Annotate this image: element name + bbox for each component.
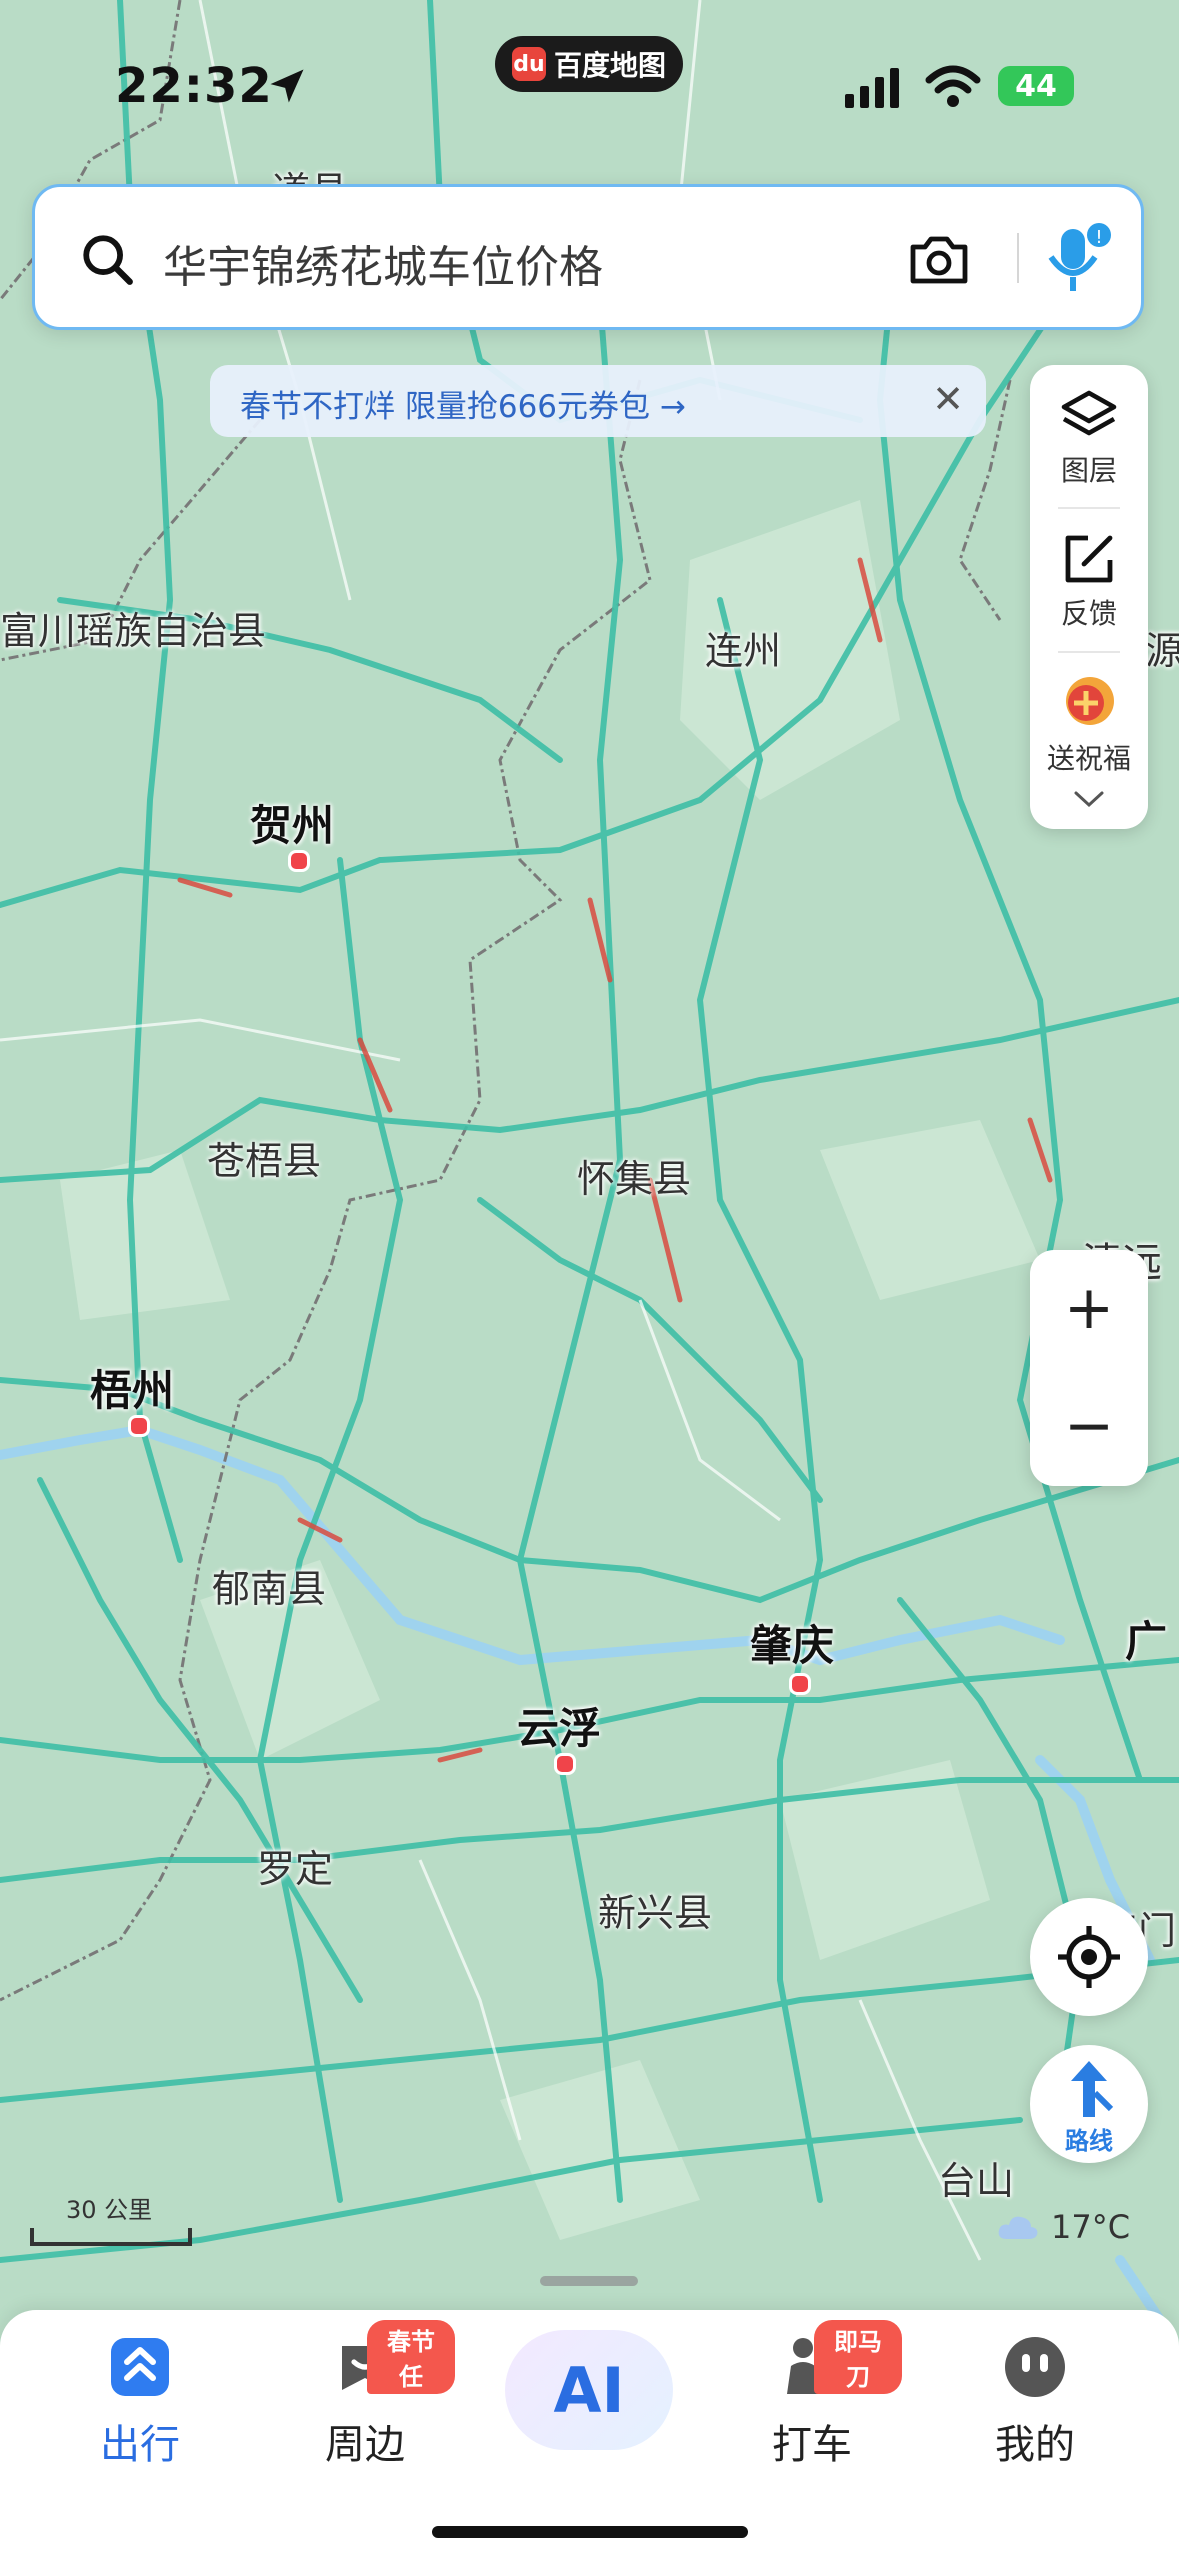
app-indicator[interactable]: du 百度地图 xyxy=(495,36,683,92)
city-dot-yunfu[interactable] xyxy=(554,1753,576,1775)
route-button[interactable]: 路线 xyxy=(1030,2045,1148,2163)
tool-divider xyxy=(1058,507,1120,509)
nav-nearby-label: 周边 xyxy=(325,2422,405,2468)
zoom-in-button[interactable]: + xyxy=(1030,1250,1148,1366)
locate-button[interactable] xyxy=(1030,1898,1148,2016)
city-dot-hezhou[interactable] xyxy=(288,850,310,872)
ai-label: AI xyxy=(553,2353,625,2427)
svg-text:!: ! xyxy=(1095,227,1102,248)
sheet-drag-handle[interactable] xyxy=(540,2276,638,2286)
nav-nearby-badge: 春节任 xyxy=(367,2320,455,2394)
nav-taxi-label: 打车 xyxy=(772,2422,852,2468)
status-time: 22:32 xyxy=(115,58,273,114)
label-fuchuan[interactable]: 富川瑶族自治县 xyxy=(0,600,266,655)
scale-label: 30 公里 xyxy=(66,2196,153,2224)
feedback-label: 反馈 xyxy=(1060,597,1117,630)
weather-widget[interactable]: 17°C xyxy=(995,2208,1130,2246)
nav-travel[interactable]: 出行 xyxy=(50,2334,230,2470)
profile-icon xyxy=(1005,2337,1065,2397)
weather-temp: 17°C xyxy=(1051,2208,1131,2246)
wifi-icon xyxy=(925,65,981,107)
blessing-button[interactable]: 送祝福 xyxy=(1030,671,1148,777)
label-taishan[interactable]: 台山 xyxy=(938,2150,1014,2205)
zoom-out-button[interactable]: − xyxy=(1030,1368,1148,1484)
camera-icon[interactable] xyxy=(907,231,971,287)
label-luoding[interactable]: 罗定 xyxy=(257,1838,333,1893)
location-arrow-icon xyxy=(270,69,304,103)
label-hezhou[interactable]: 贺州 xyxy=(250,792,334,853)
locate-target-icon xyxy=(1058,1926,1120,1988)
feedback-icon xyxy=(1065,535,1113,583)
layers-label: 图层 xyxy=(1060,454,1117,487)
nav-travel-label: 出行 xyxy=(100,2422,180,2468)
label-yunfu[interactable]: 云浮 xyxy=(517,1695,601,1756)
label-cangwu[interactable]: 苍梧县 xyxy=(207,1130,321,1185)
label-xinxing[interactable]: 新兴县 xyxy=(598,1882,712,1937)
label-zhaoqing[interactable]: 肇庆 xyxy=(750,1612,834,1673)
home-indicator xyxy=(432,2526,748,2538)
cloud-icon xyxy=(998,2216,1038,2239)
city-dot-zhaoqing[interactable] xyxy=(789,1673,811,1695)
route-arrow-icon xyxy=(1071,2061,1114,2117)
nav-mine-label: 我的 xyxy=(995,2422,1075,2468)
nav-taxi[interactable]: 即马刀 打车 xyxy=(722,2320,902,2470)
battery-indicator: 44 xyxy=(998,66,1074,106)
bottom-nav: 出行 春节任 周边 AI 即马刀 打车 我的 xyxy=(0,2310,1179,2556)
nav-mine[interactable]: 我的 xyxy=(945,2334,1125,2470)
signal-icon xyxy=(845,68,899,108)
feedback-button[interactable]: 反馈 xyxy=(1030,530,1148,632)
nav-nearby[interactable]: 春节任 周边 xyxy=(275,2320,455,2470)
label-lianzhou[interactable]: 连州 xyxy=(705,620,781,675)
label-guang[interactable]: 广 xyxy=(1125,1608,1167,1669)
zoom-control: + − xyxy=(1030,1250,1148,1486)
app-name: 百度地图 xyxy=(553,49,666,82)
map-tools-panel: 图层 反馈 送祝福 xyxy=(1030,365,1148,829)
route-label: 路线 xyxy=(1065,2127,1113,2155)
ai-assistant-button[interactable]: AI xyxy=(505,2330,673,2450)
blessing-label: 送祝福 xyxy=(1046,742,1131,775)
layers-icon xyxy=(1061,390,1117,436)
promo-close-icon[interactable]: ✕ xyxy=(932,377,964,421)
search-divider xyxy=(1017,233,1019,283)
tool-divider xyxy=(1058,651,1120,653)
layers-button[interactable]: 图层 xyxy=(1030,387,1148,489)
label-yuan[interactable]: 源 xyxy=(1145,620,1179,675)
microphone-icon[interactable]: ! xyxy=(1043,221,1113,299)
promo-banner[interactable]: 春节不打烊 限量抢666元券包 → ✕ xyxy=(210,365,986,437)
promo-text[interactable]: 春节不打烊 限量抢666元券包 → xyxy=(240,381,686,426)
search-input[interactable]: 华宇锦绣花城车位价格 xyxy=(163,231,603,295)
chevron-down-icon[interactable] xyxy=(1070,787,1108,811)
search-icon xyxy=(83,235,133,285)
label-huaiji[interactable]: 怀集县 xyxy=(577,1148,691,1203)
label-yunan[interactable]: 郁南县 xyxy=(212,1558,326,1613)
label-wuzhou[interactable]: 梧州 xyxy=(90,1357,174,1418)
search-bar[interactable]: 华宇锦绣花城车位价格 ! xyxy=(32,184,1144,330)
city-dot-wuzhou[interactable] xyxy=(128,1415,150,1437)
travel-icon xyxy=(111,2338,169,2396)
blessing-icon xyxy=(1066,677,1114,725)
nav-taxi-badge: 即马刀 xyxy=(814,2320,902,2394)
baidu-map-logo-icon: du xyxy=(511,47,546,81)
